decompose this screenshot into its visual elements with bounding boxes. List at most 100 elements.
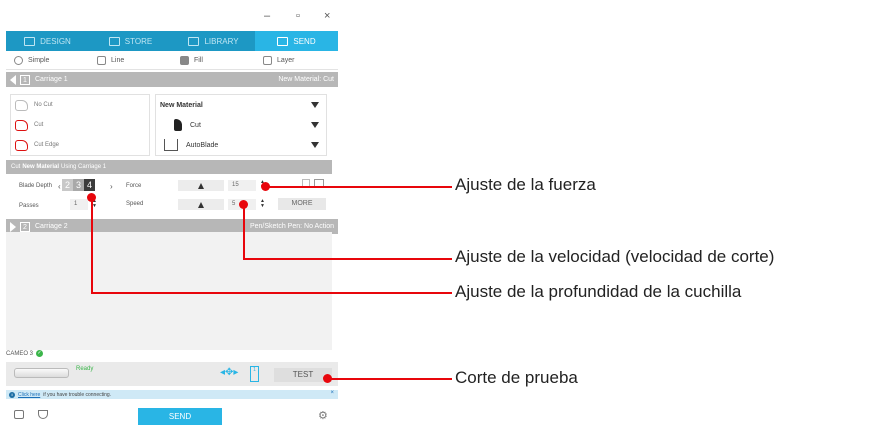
option-label: Cut Edge bbox=[34, 142, 60, 148]
device-status-row: Ready ◂✥▸ 1 TEST bbox=[6, 362, 338, 386]
chevron-down-icon bbox=[311, 102, 319, 108]
fill-icon bbox=[180, 56, 189, 65]
carriage-label: Carriage 1 bbox=[35, 76, 68, 83]
cut-edge-icon bbox=[15, 139, 28, 151]
speed-stepper[interactable]: ▲ ▼ bbox=[260, 199, 265, 209]
mode-line[interactable]: Line bbox=[89, 56, 172, 65]
tab-send[interactable]: SEND bbox=[255, 31, 338, 51]
mode-fill[interactable]: Fill bbox=[172, 56, 255, 65]
library-icon bbox=[188, 36, 200, 46]
blade-depth-value: 2 bbox=[62, 179, 73, 191]
layer-icon bbox=[263, 56, 272, 65]
action-select[interactable]: Cut bbox=[156, 115, 326, 135]
carriage-number: 2 bbox=[20, 221, 30, 232]
tutorial-icon[interactable] bbox=[38, 410, 48, 419]
mode-simple[interactable]: Simple bbox=[6, 56, 89, 65]
device-status: Ready bbox=[76, 366, 94, 372]
header-prefix: Cut bbox=[11, 164, 21, 170]
slider-knob[interactable] bbox=[198, 183, 204, 189]
carriage-slot-indicator: 1 bbox=[250, 366, 259, 382]
force-input[interactable]: 15 bbox=[228, 180, 256, 191]
gear-icon[interactable]: ⚙ bbox=[318, 409, 328, 422]
collapse-arrow-icon bbox=[10, 74, 16, 85]
tab-store[interactable]: STORE bbox=[89, 31, 172, 51]
cut-icon bbox=[15, 119, 28, 131]
empty-panel-area bbox=[6, 232, 332, 350]
design-icon bbox=[24, 36, 36, 46]
minimize-button[interactable]: – bbox=[264, 10, 270, 22]
mode-label: Line bbox=[111, 57, 125, 64]
close-icon[interactable]: × bbox=[330, 390, 334, 396]
radio-icon bbox=[14, 56, 23, 65]
material-name: New Material bbox=[160, 101, 203, 109]
force-callout-line bbox=[266, 186, 452, 188]
tab-label: LIBRARY bbox=[204, 36, 239, 46]
blade-depth-label: Blade Depth bbox=[19, 183, 53, 189]
depth-callout-vline bbox=[91, 198, 93, 294]
send-icon bbox=[277, 36, 289, 46]
header-suffix: Using Carriage 1 bbox=[61, 164, 107, 170]
device-name-row: CAMEO 3 ✓ bbox=[6, 350, 44, 357]
close-window-button[interactable]: × bbox=[324, 10, 330, 22]
test-callout-line bbox=[328, 378, 452, 380]
autoblade-icon bbox=[164, 139, 178, 151]
force-label: Force bbox=[126, 183, 142, 189]
passes-label: Passes bbox=[19, 203, 39, 209]
speed-slider[interactable] bbox=[178, 199, 224, 210]
blade-depth-value: 4 bbox=[84, 179, 95, 191]
blade-icon bbox=[174, 119, 182, 131]
expand-arrow-icon bbox=[10, 221, 16, 232]
slider-knob[interactable] bbox=[198, 202, 204, 208]
cut-option-list: No Cut Cut Cut Edge bbox=[10, 94, 150, 156]
carriage-material-summary: New Material: Cut bbox=[278, 76, 334, 83]
blade-depth-selector[interactable]: 2 3 4 bbox=[62, 179, 95, 191]
tab-label: SEND bbox=[293, 36, 316, 46]
info-icon: i bbox=[9, 391, 15, 398]
more-button[interactable]: MORE bbox=[278, 198, 326, 210]
cut-edge-option[interactable]: Cut Edge bbox=[11, 135, 149, 155]
cut-settings-header: Cut New Material Using Carriage 1 bbox=[6, 160, 332, 174]
carriage-number: 1 bbox=[20, 74, 30, 85]
mode-label: Fill bbox=[194, 57, 203, 64]
option-label: Cut bbox=[34, 122, 44, 128]
blade-depth-decrease[interactable]: ‹ bbox=[58, 182, 61, 191]
chevron-down-icon bbox=[311, 122, 319, 128]
connected-check-icon: ✓ bbox=[36, 350, 44, 357]
move-arrows-icon[interactable]: ◂✥▸ bbox=[220, 367, 238, 378]
device-name: CAMEO 3 bbox=[6, 350, 34, 357]
test-annotation: Corte de prueba bbox=[455, 368, 578, 387]
speed-label: Speed bbox=[126, 201, 144, 207]
mode-label: Simple bbox=[28, 57, 50, 64]
tab-design[interactable]: DESIGN bbox=[6, 31, 89, 51]
mode-label: Layer bbox=[277, 57, 295, 64]
line-icon bbox=[97, 56, 106, 65]
force-slider[interactable] bbox=[178, 180, 224, 191]
tab-label: DESIGN bbox=[40, 36, 71, 46]
tool-select[interactable]: AutoBlade bbox=[156, 135, 326, 155]
blade-depth-increase[interactable]: › bbox=[110, 182, 113, 191]
speed-callout-vline bbox=[243, 205, 245, 260]
main-tabs: DESIGN STORE LIBRARY SEND bbox=[6, 31, 338, 51]
restore-button[interactable]: ▫ bbox=[296, 10, 300, 22]
tab-library[interactable]: LIBRARY bbox=[172, 31, 255, 51]
option-label: No Cut bbox=[34, 102, 53, 108]
carriage-1-bar[interactable]: 1 Carriage 1 New Material: Cut bbox=[6, 72, 338, 87]
blade-depth-value: 3 bbox=[73, 179, 84, 191]
no-cut-option[interactable]: No Cut bbox=[11, 95, 149, 115]
material-select[interactable]: New Material bbox=[156, 95, 326, 115]
mode-layer[interactable]: Layer bbox=[255, 56, 338, 65]
store-icon bbox=[108, 36, 120, 46]
send-button[interactable]: SEND bbox=[138, 408, 222, 425]
connection-info-bar: i Click here if you have trouble connect… bbox=[6, 390, 338, 399]
cut-settings: Blade Depth ‹ 2 3 4 › Passes 1 ▲ ▼ Force … bbox=[6, 174, 332, 216]
cutting-machine-icon bbox=[14, 368, 69, 378]
passes-input[interactable]: 1 bbox=[70, 199, 88, 210]
tab-label: STORE bbox=[124, 36, 153, 46]
action-name: Cut bbox=[190, 121, 201, 129]
cut-option[interactable]: Cut bbox=[11, 115, 149, 135]
help-link[interactable]: Click here bbox=[18, 392, 40, 398]
chevron-down-icon bbox=[311, 142, 319, 148]
send-history-icon[interactable] bbox=[14, 410, 24, 419]
force-annotation: Ajuste de la fuerza bbox=[455, 175, 596, 194]
carriage-label: Carriage 2 bbox=[35, 223, 68, 230]
